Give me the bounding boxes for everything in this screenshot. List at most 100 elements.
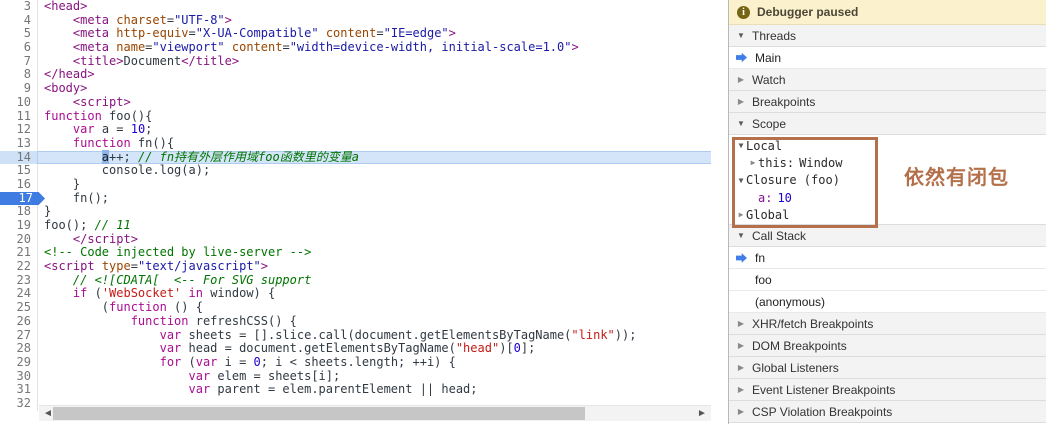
- token: </script>: [72, 231, 138, 246]
- info-icon: i: [737, 5, 750, 19]
- token: 0: [513, 341, 521, 356]
- code-text[interactable]: var head = document.getElementsByTagName…: [38, 341, 711, 356]
- section-header-watch[interactable]: ▶ Watch: [729, 69, 1046, 91]
- code-line: 14 a++; // fn持有外层作用域foo函数里的变量a: [0, 149, 711, 165]
- scope-label: Closure (foo): [746, 173, 840, 188]
- line-number[interactable]: 30: [0, 369, 38, 384]
- line-number[interactable]: 6: [0, 40, 38, 55]
- section-header-threads[interactable]: ▼ Threads: [729, 25, 1046, 47]
- code-text[interactable]: foo(); // 11: [38, 218, 711, 233]
- code-text[interactable]: </head>: [38, 68, 711, 82]
- code-line: 8 </head>: [0, 68, 711, 83]
- code-text[interactable]: <script type="text/javascript">: [38, 259, 711, 274]
- call-stack-frame-foo[interactable]: foo: [729, 269, 1046, 292]
- line-number[interactable]: 14: [0, 150, 38, 165]
- section-header-event-listener-breakpoints[interactable]: ▶ Event Listener Breakpoints: [729, 379, 1046, 402]
- code-text[interactable]: function refreshCSS() {: [38, 313, 711, 329]
- code-text[interactable]: }: [38, 177, 711, 192]
- code-text[interactable]: for (var i = 0; i < sheets.length; ++i) …: [38, 355, 711, 370]
- section-header-dom-breakpoints[interactable]: ▶ DOM Breakpoints: [729, 335, 1046, 358]
- token: refreshCSS() {: [188, 313, 297, 328]
- line-number[interactable]: 7: [0, 54, 38, 69]
- line-number[interactable]: 8: [0, 68, 38, 83]
- code-text[interactable]: if ('WebSocket' in window) {: [38, 287, 711, 301]
- line-number[interactable]: 26: [0, 314, 38, 329]
- token: function: [44, 108, 102, 123]
- code-text[interactable]: console.log(a);: [38, 163, 711, 178]
- token: "UTF-8": [174, 12, 225, 27]
- line-number[interactable]: 25: [0, 300, 38, 315]
- code-text[interactable]: a++; // fn持有外层作用域foo函数里的变量a: [38, 149, 711, 165]
- line-number[interactable]: 4: [0, 13, 38, 28]
- code-text[interactable]: <body>: [38, 81, 711, 96]
- code-text[interactable]: function fn(){: [38, 136, 711, 151]
- debugger-paused-banner: i Debugger paused: [729, 0, 1046, 25]
- breakpoint-marker[interactable]: 17: [0, 191, 45, 206]
- section-header-csp-violation-breakpoints[interactable]: ▶ CSP Violation Breakpoints: [729, 401, 1046, 424]
- code-text[interactable]: var sheets = [].slice.call(document.getE…: [38, 327, 711, 343]
- code-text[interactable]: <title>Document</title>: [38, 53, 711, 69]
- horizontal-scrollbar[interactable]: ◄ ►: [39, 405, 711, 421]
- scope-item-a[interactable]: a: 10: [729, 189, 1046, 206]
- line-number[interactable]: 28: [0, 341, 38, 356]
- section-header-breakpoints[interactable]: ▶ Breakpoints: [729, 91, 1046, 113]
- line-number[interactable]: 21: [0, 246, 38, 261]
- line-number[interactable]: 11: [0, 109, 38, 124]
- code-text[interactable]: <meta name="viewport" content="width=dev…: [38, 40, 711, 55]
- section-header-scope[interactable]: ▼ Scope: [729, 113, 1046, 135]
- token: var: [159, 327, 182, 342]
- line-number[interactable]: 23: [0, 273, 38, 288]
- code-line: 24 if ('WebSocket' in window) {: [0, 287, 711, 302]
- line-number[interactable]: 9: [0, 81, 38, 96]
- line-number[interactable]: 22: [0, 259, 38, 274]
- line-number[interactable]: 5: [0, 27, 38, 42]
- line-number[interactable]: 31: [0, 383, 38, 397]
- code-text[interactable]: <meta charset="UTF-8">: [38, 12, 711, 28]
- scope-item-global[interactable]: ▶ Global: [729, 206, 1046, 223]
- call-stack-frame-anonymous[interactable]: (anonymous): [729, 291, 1046, 314]
- line-number[interactable]: 27: [0, 328, 38, 343]
- scroll-right-arrow-icon[interactable]: ►: [695, 406, 709, 421]
- token: window) {: [202, 286, 276, 301]
- line-number[interactable]: 24: [0, 287, 38, 302]
- code-text[interactable]: var a = 10;: [38, 122, 711, 137]
- code-text[interactable]: <script>: [38, 95, 711, 110]
- code-text[interactable]: <head>: [38, 0, 711, 14]
- call-stack-frame-fn[interactable]: fn: [729, 247, 1046, 270]
- token: =: [166, 12, 175, 27]
- code-text[interactable]: fn();: [38, 191, 711, 206]
- scope-item-local[interactable]: ▼ Local: [729, 137, 1046, 154]
- token: ];: [520, 341, 536, 356]
- line-number[interactable]: 3: [0, 0, 38, 14]
- line-number[interactable]: 16: [0, 177, 38, 192]
- code-text[interactable]: function foo(){: [38, 108, 711, 124]
- line-number[interactable]: 20: [0, 232, 38, 247]
- code-text[interactable]: <meta http-equiv="X-UA-Compatible" conte…: [38, 27, 711, 41]
- line-number[interactable]: 32: [0, 396, 38, 411]
- line-number[interactable]: 13: [0, 136, 38, 151]
- frame-label: fn: [755, 250, 766, 265]
- code-text[interactable]: <!-- Code injected by live-server -->: [38, 246, 711, 260]
- token: Document: [123, 53, 182, 68]
- line-number[interactable]: 12: [0, 122, 38, 137]
- line-number[interactable]: 15: [0, 164, 38, 178]
- code-text[interactable]: </script>: [38, 231, 711, 247]
- code-text[interactable]: var parent = elem.parentElement || head;: [38, 382, 711, 397]
- line-number[interactable]: 10: [0, 95, 38, 110]
- code-text[interactable]: }: [38, 204, 711, 219]
- line-number[interactable]: 18: [0, 205, 38, 219]
- code-text[interactable]: (function () {: [38, 300, 711, 315]
- section-header-call-stack[interactable]: ▼ Call Stack: [729, 225, 1046, 248]
- code-text[interactable]: // <![CDATA[ <-- For SVG support: [38, 273, 711, 288]
- section-header-xhr-breakpoints[interactable]: ▶ XHR/fetch Breakpoints: [729, 313, 1046, 336]
- horizontal-scrollbar-thumb[interactable]: [53, 407, 585, 420]
- thread-item-main[interactable]: Main: [729, 47, 1046, 69]
- line-number[interactable]: 19: [0, 218, 38, 233]
- code-area[interactable]: 3 <head> 4 <meta charset="UTF-8"> 5 <meta h…: [0, 0, 711, 411]
- code-text[interactable]: var elem = sheets[i];: [38, 369, 711, 384]
- line-number[interactable]: 29: [0, 355, 38, 370]
- section-header-global-listeners[interactable]: ▶ Global Listeners: [729, 357, 1046, 380]
